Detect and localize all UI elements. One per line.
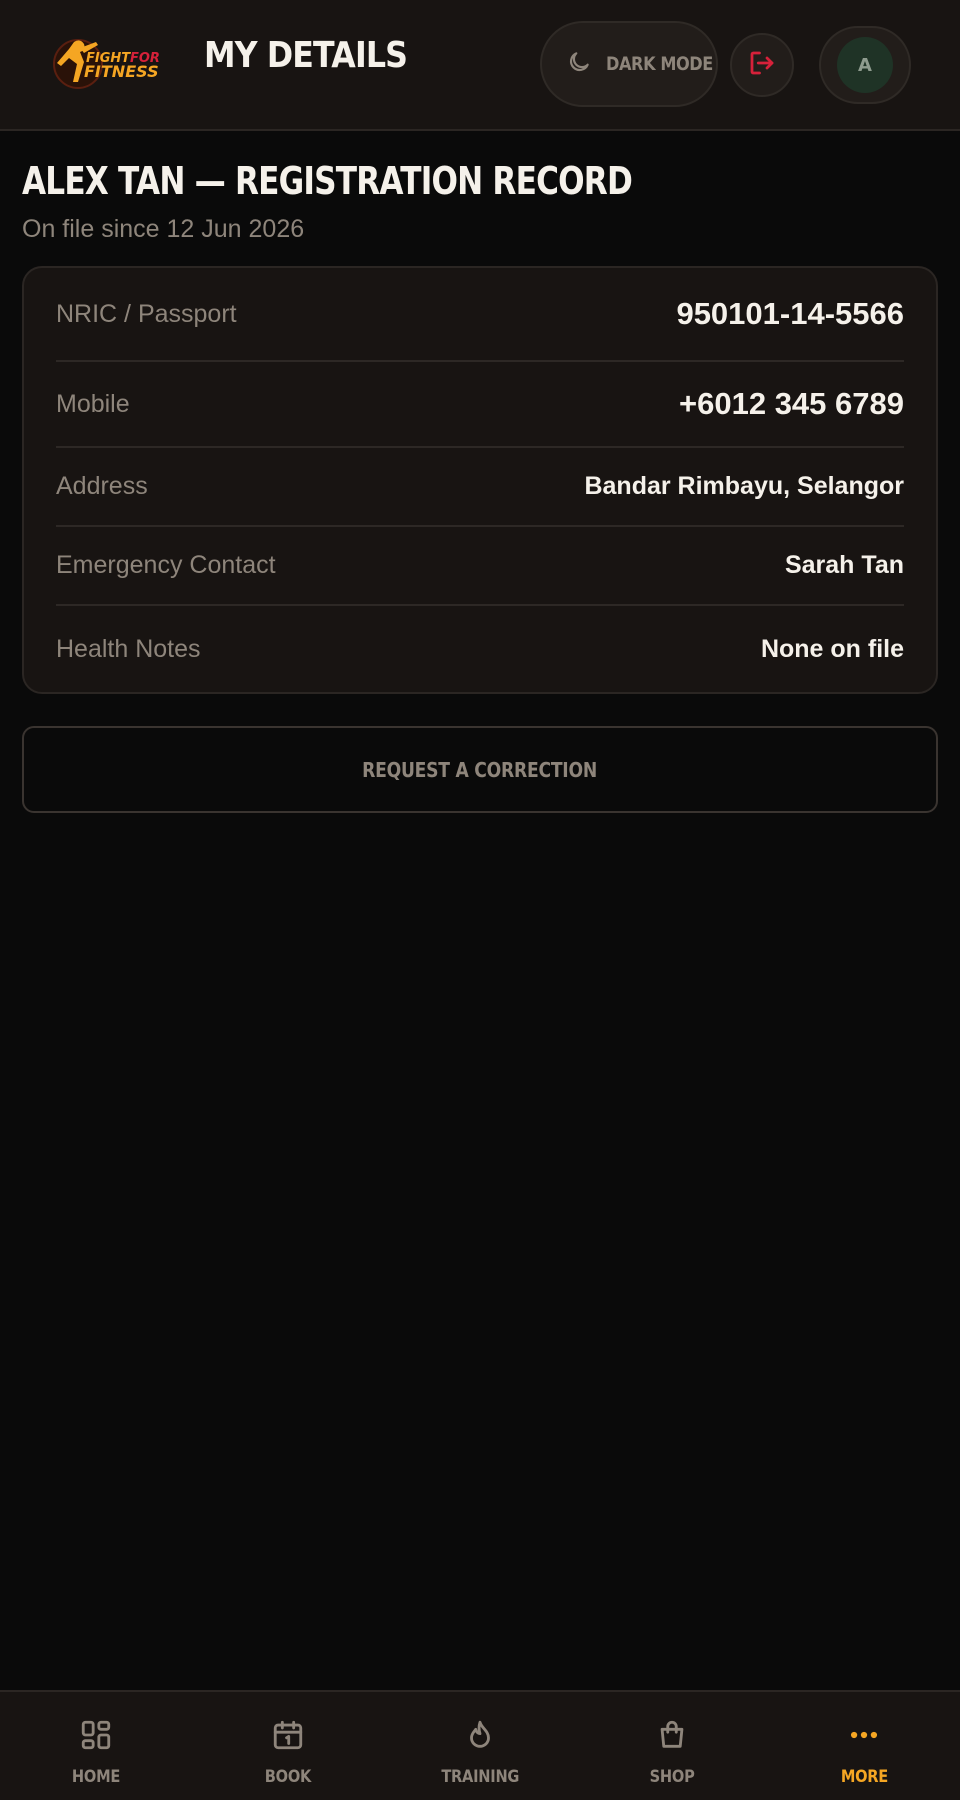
nav-item-more[interactable]: MORE: [768, 1692, 960, 1800]
nav-label: BOOK: [264, 1767, 312, 1787]
detail-value: 950101-14-5566: [676, 296, 904, 331]
detail-label: Emergency Contact: [56, 551, 276, 579]
nav-item-home[interactable]: HOME: [0, 1692, 192, 1800]
request-correction-button[interactable]: REQUEST A CORRECTION: [22, 726, 938, 813]
nav-item-book[interactable]: BOOK: [192, 1692, 384, 1800]
app-header: FIGHT FOR FITNESS MY DETAILS DARK MODE A: [0, 0, 960, 131]
dark-mode-label: DARK MODE: [606, 53, 713, 75]
profile-button[interactable]: A: [819, 26, 911, 104]
detail-label: NRIC / Passport: [56, 299, 237, 328]
detail-row-address: Address Bandar Rimbayu, Selangor: [56, 448, 904, 527]
detail-row-health-notes: Health Notes None on file: [56, 606, 904, 692]
flame-icon: [463, 1718, 497, 1757]
detail-value: +6012 345 6789: [679, 386, 904, 421]
detail-row-emergency-contact: Emergency Contact Sarah Tan: [56, 527, 904, 606]
record-title: ALEX TAN — REGISTRATION RECORD: [22, 159, 633, 203]
details-card: NRIC / Passport 950101-14-5566 Mobile +6…: [22, 266, 938, 694]
more-icon: [847, 1718, 881, 1757]
page: FIGHT FOR FITNESS MY DETAILS DARK MODE A…: [0, 0, 960, 1800]
detail-value: None on file: [760, 634, 904, 663]
bottom-nav: HOME BOOK TRAINING SHOP MORE: [0, 1690, 960, 1800]
detail-label: Address: [56, 472, 148, 500]
detail-value: Bandar Rimbayu, Selangor: [584, 472, 904, 500]
nav-label: HOME: [71, 1767, 121, 1787]
moon-icon: [566, 49, 592, 80]
avatar: A: [837, 37, 893, 93]
nav-label: SHOP: [649, 1767, 695, 1787]
nav-label: MORE: [840, 1767, 888, 1787]
detail-row-mobile: Mobile +6012 345 6789: [56, 362, 904, 448]
detail-label: Health Notes: [56, 634, 201, 663]
grid-icon: [79, 1718, 113, 1757]
logout-icon: [747, 48, 777, 83]
dark-mode-toggle[interactable]: DARK MODE: [540, 21, 718, 107]
logout-button[interactable]: [730, 33, 794, 97]
calendar-icon: [271, 1718, 305, 1757]
bag-icon: [655, 1718, 689, 1757]
record-subtitle: On file since 12 Jun 2026: [22, 215, 305, 243]
nav-item-training[interactable]: TRAINING: [384, 1692, 576, 1800]
nav-item-shop[interactable]: SHOP: [576, 1692, 768, 1800]
page-title: MY DETAILS: [204, 35, 408, 76]
detail-label: Mobile: [56, 389, 130, 418]
request-correction-label: REQUEST A CORRECTION: [362, 757, 598, 782]
svg-text:FITNESS: FITNESS: [84, 62, 159, 81]
brand-logo[interactable]: FIGHT FOR FITNESS: [44, 32, 168, 94]
detail-row-nric: NRIC / Passport 950101-14-5566: [56, 268, 904, 362]
detail-value: Sarah Tan: [784, 551, 904, 579]
nav-label: TRAINING: [441, 1767, 519, 1787]
